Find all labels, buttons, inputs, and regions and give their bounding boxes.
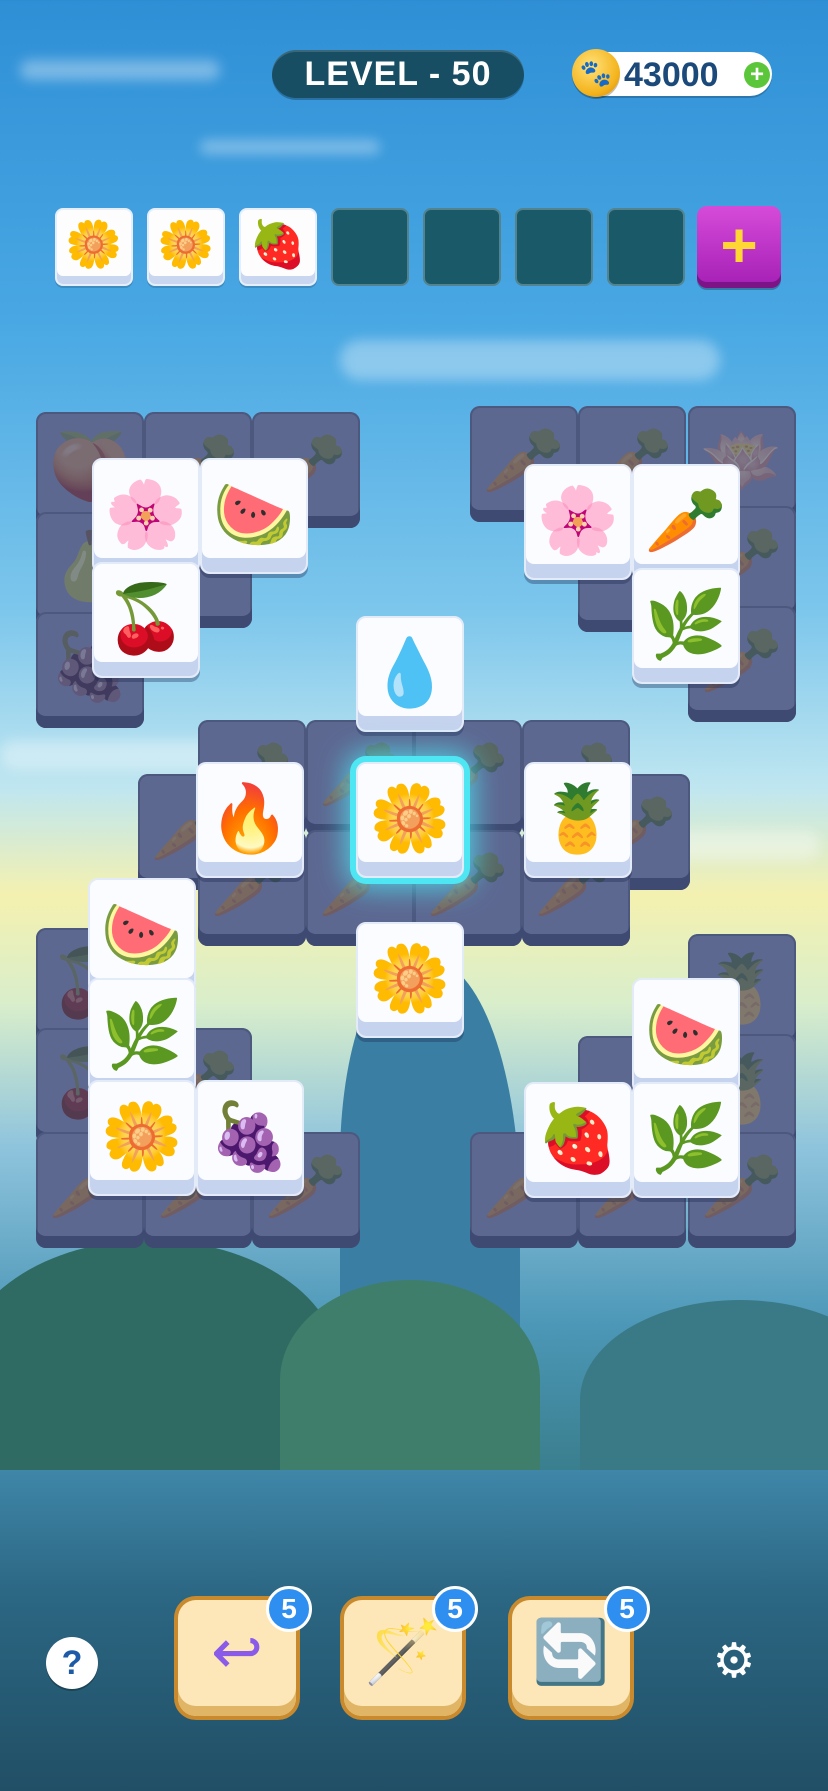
tile[interactable]: 🌿 [632,568,740,684]
tile[interactable]: 🌿 [632,1082,740,1198]
tile[interactable]: 🌸 [92,458,200,574]
tile[interactable]: 🍇 [196,1080,304,1196]
tray-slot: 🌼 [55,208,133,286]
leaf-icon: 🌿 [644,587,728,661]
paw-coin-icon: 🐾 [572,49,620,97]
tile[interactable]: 🍉 [632,978,740,1094]
water-drop-icon: 💧 [368,635,452,709]
flower-icon: 🌼 [368,781,452,855]
gear-icon[interactable]: ⚙ [706,1634,762,1690]
tray-slot-empty [607,208,685,286]
carrot-icon: 🥕 [644,483,728,557]
tray-slot-empty [331,208,409,286]
shuffle-icon: 🔄 [532,1618,610,1687]
tray-slot-empty [515,208,593,286]
tile[interactable]: 💧 [356,616,464,732]
undo-count-badge: 5 [266,1586,312,1632]
shuffle-count-badge: 5 [604,1586,650,1632]
tile[interactable]: 🥕 [632,464,740,580]
tile[interactable]: 🌼 [356,922,464,1038]
tray-slot: 🌼 [147,208,225,286]
tile[interactable]: 🍉 [88,878,196,994]
tile[interactable]: 🌼 [88,1080,196,1196]
tile[interactable]: 🍍 [524,762,632,878]
cherry-icon: 🍒 [104,581,188,655]
plumeria-icon: 🌸 [104,477,188,551]
strawberry-icon: 🍓 [536,1101,620,1175]
leaf-icon: 🌿 [100,997,184,1071]
tray-slot-empty [423,208,501,286]
watermelon-icon: 🍉 [644,997,728,1071]
tile[interactable]: 🍉 [200,458,308,574]
watermelon-icon: 🍉 [212,477,296,551]
plumeria-icon: 🌸 [536,483,620,557]
wand-count-badge: 5 [432,1586,478,1632]
add-slot-button[interactable]: + [697,206,781,288]
flower-icon: 🌼 [157,218,215,270]
strawberry-icon: 🍓 [249,218,307,270]
tray-slot: 🍓 [239,208,317,286]
watermelon-icon: 🍉 [100,897,184,971]
add-coins-button[interactable]: + [744,62,770,88]
tile-selected[interactable]: 🌼 [356,762,464,878]
leaf-icon: 🌿 [644,1101,728,1175]
flower-icon: 🌼 [368,941,452,1015]
pineapple-icon: 🍍 [536,781,620,855]
grapes-icon: 🍇 [208,1099,292,1173]
tile[interactable]: 🌿 [88,978,196,1094]
coin-balance: 43000 [624,56,719,94]
flower-icon: 🌼 [65,218,123,270]
tile[interactable]: 🍓 [524,1082,632,1198]
level-indicator: LEVEL - 50 [272,50,524,98]
fire-icon: 🔥 [208,781,292,855]
tile[interactable]: 🍒 [92,562,200,678]
tile[interactable]: 🔥 [196,762,304,878]
help-button[interactable]: ? [46,1637,98,1689]
flower-icon: 🌼 [100,1099,184,1173]
tile[interactable]: 🌸 [524,464,632,580]
